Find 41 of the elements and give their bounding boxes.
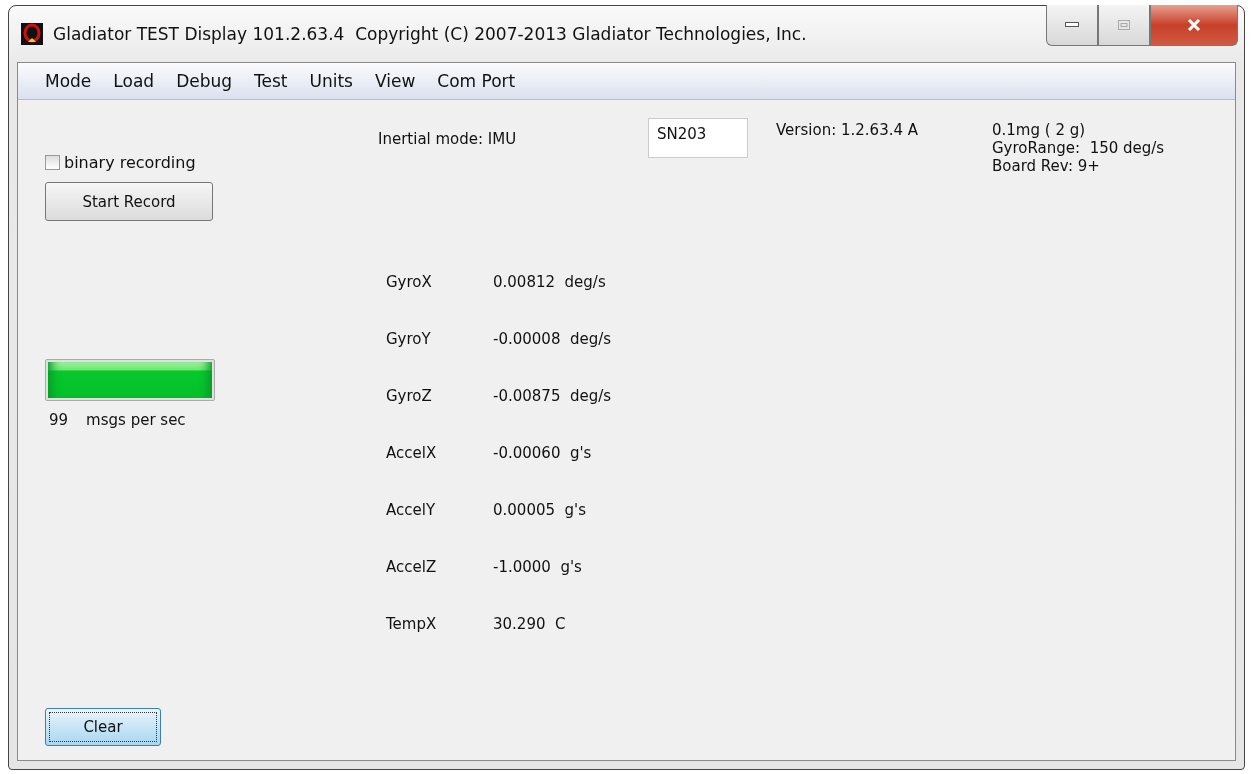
reading-name: AccelX	[386, 444, 438, 462]
rate-count: 99	[49, 411, 69, 429]
reading-name: GyroZ	[386, 387, 433, 405]
device-detail: 0.1mg ( 2 g)	[992, 121, 1087, 139]
app-logo-icon	[21, 23, 43, 45]
reading-value: -1.0000 g's	[493, 558, 582, 576]
reading-name: TempX	[386, 615, 438, 633]
minimize-icon	[1065, 22, 1079, 28]
maximize-button[interactable]	[1098, 5, 1150, 46]
device-detail: GyroRange: 150 deg/s	[992, 139, 1165, 157]
close-icon	[1187, 19, 1201, 31]
reading-value: 30.290 C	[493, 615, 566, 633]
checkbox[interactable]	[45, 155, 60, 170]
reading-name: AccelY	[386, 501, 437, 519]
close-button[interactable]	[1150, 5, 1238, 46]
menu-item[interactable]: View	[366, 71, 429, 91]
menu-item[interactable]: Debug	[167, 71, 246, 91]
reading-value: -0.00875 deg/s	[493, 387, 612, 405]
maximize-icon	[1118, 20, 1130, 30]
reading-name: GyroY	[386, 330, 432, 348]
device-detail: Board Rev: 9+	[992, 157, 1101, 175]
reading-name: GyroX	[386, 273, 433, 291]
serial-field[interactable]: SN203	[648, 118, 748, 158]
menu-item[interactable]: Units	[300, 71, 366, 91]
version-label: Version: 1.2.63.4 A	[776, 121, 920, 139]
reading-value: 0.00005 g's	[493, 501, 587, 519]
start-record-button[interactable]: Start Record	[45, 182, 213, 221]
window-title: Gladiator TEST Display 101.2.63.4 Copyright (C) 2007-2013 Gladiator Technologies, Inc.	[53, 24, 807, 44]
reading-name: AccelZ	[386, 558, 438, 576]
clear-button[interactable]: Clear	[45, 708, 161, 746]
minimize-button[interactable]	[1046, 5, 1098, 46]
reading-value: -0.00008 deg/s	[493, 330, 612, 348]
checkbox-label: binary recording	[64, 153, 196, 172]
reading-value: -0.00060 g's	[493, 444, 592, 462]
inertial-mode-label: Inertial mode: IMU	[378, 130, 518, 148]
reading-value: 0.00812 deg/s	[493, 273, 606, 291]
rate-unit: msgs per sec	[86, 411, 186, 429]
menu-item[interactable]: Mode	[36, 71, 105, 91]
menu-item[interactable]: Load	[104, 71, 168, 91]
menu-item[interactable]: Com Port	[428, 71, 529, 91]
menu-item[interactable]: Test	[245, 71, 301, 91]
